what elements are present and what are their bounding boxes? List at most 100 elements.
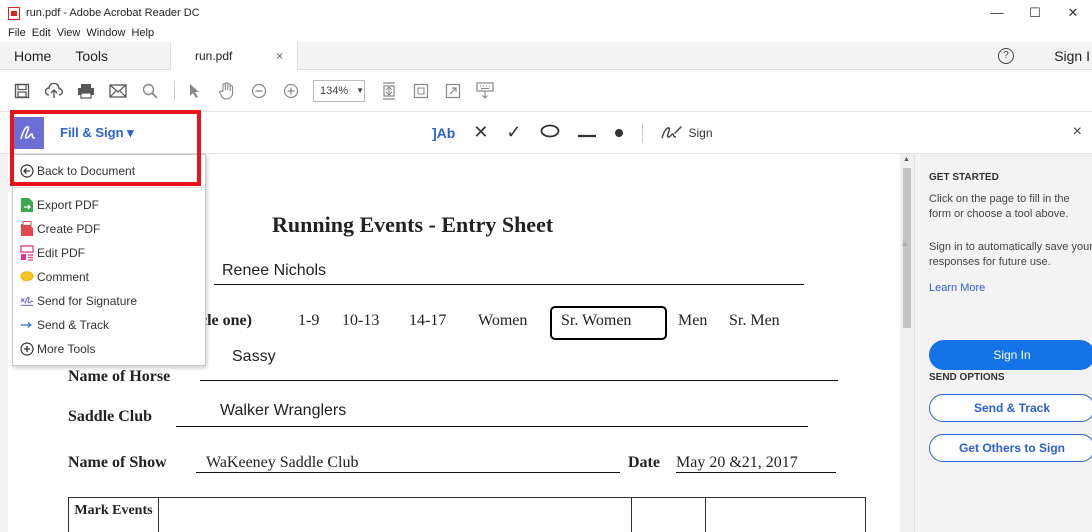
date-label: Date — [628, 454, 660, 471]
menu-item-label: Edit PDF — [37, 246, 86, 260]
learn-more-link[interactable]: Learn More — [929, 282, 985, 294]
menu-item-export-pdf[interactable]: Export PDF — [13, 193, 207, 217]
document-scrollbar[interactable]: ▲ — [900, 154, 914, 532]
sign-in-link[interactable]: Sign I — [1054, 48, 1090, 64]
show-name-label: Name of Show — [68, 454, 167, 471]
tab-document[interactable]: run.pdf × — [170, 42, 298, 70]
menu-item-edit-pdf[interactable]: Edit PDF — [13, 241, 207, 265]
cloud-upload-icon[interactable] — [44, 81, 64, 101]
back-arrow-icon — [20, 164, 34, 178]
age-option-14-17[interactable]: 14-17 — [409, 312, 446, 330]
keyboard-icon[interactable] — [475, 81, 495, 101]
menu-item-send-for-signature[interactable]: Send for Signature — [13, 289, 207, 313]
title-bar: run.pdf - Adobe Acrobat Reader DC — ☐ ✕ — [0, 0, 1092, 26]
age-group-label: cle one) — [200, 312, 252, 329]
menu-item-create-pdf[interactable]: Create PDF — [13, 217, 207, 241]
dot-tool[interactable] — [614, 122, 624, 143]
selected-circle-annotation[interactable] — [550, 306, 667, 340]
full-screen-icon[interactable] — [443, 81, 463, 101]
menu-item-label: Send for Signature — [37, 294, 138, 308]
menu-file[interactable]: File — [8, 26, 26, 40]
chevron-down-icon: ▼ — [356, 86, 365, 95]
menu-item-back-to-document[interactable]: Back to Document — [13, 159, 207, 183]
print-icon[interactable] — [76, 81, 96, 101]
fill-sign-tools: ]Ab ✕ ✓ Sign — [432, 122, 713, 143]
select-cursor-icon[interactable] — [185, 81, 205, 101]
age-option-10-13[interactable]: 10-13 — [342, 312, 379, 330]
menu-item-label: Comment — [37, 270, 90, 284]
fit-page-icon[interactable] — [379, 81, 399, 101]
menu-view[interactable]: View — [57, 26, 81, 40]
toolbar-divider — [174, 80, 175, 101]
date-underline — [676, 472, 836, 473]
table-divider — [631, 498, 632, 532]
fill-sign-dropdown-menu: Back to Document Export PDF Create PDF E… — [12, 154, 207, 366]
check-mark-tool[interactable]: ✓ — [506, 122, 521, 143]
zoom-in-icon[interactable] — [281, 81, 301, 101]
send-options-heading: SEND OPTIONS — [929, 372, 1005, 383]
add-text-tool[interactable]: ]Ab — [432, 125, 455, 141]
menu-help[interactable]: Help — [131, 26, 154, 40]
close-window-button[interactable]: ✕ — [1054, 0, 1092, 26]
menu-item-more-tools[interactable]: More Tools — [13, 337, 207, 361]
get-others-to-sign-button[interactable]: Get Others to Sign — [929, 434, 1092, 462]
send-track-icon — [20, 318, 34, 332]
send-track-button[interactable]: Send & Track — [929, 394, 1092, 422]
horse-name-field[interactable]: Sassy — [232, 348, 276, 366]
horse-name-underline — [200, 380, 838, 381]
pane-resize-grip-icon[interactable]: ≡ — [902, 240, 907, 249]
menu-bar: File Edit View Window Help — [0, 26, 154, 40]
saddle-club-field[interactable]: Walker Wranglers — [220, 402, 346, 420]
circle-tool[interactable] — [540, 122, 560, 143]
right-pane: GET STARTED Click on the page to fill in… — [914, 154, 1092, 532]
rider-name-underline — [214, 284, 804, 285]
get-started-heading: GET STARTED — [929, 172, 999, 183]
date-value[interactable]: May 20 &21, 2017 — [676, 454, 798, 472]
fill-sign-menu-toggle[interactable]: Fill & Sign ▾ — [60, 125, 134, 141]
table-header-mark-events: Mark Events — [69, 498, 159, 532]
tab-home[interactable]: Home — [14, 48, 51, 64]
menu-item-label: Create PDF — [37, 222, 101, 236]
sign-in-button[interactable]: Sign In — [929, 340, 1092, 370]
minimize-button[interactable]: — — [978, 0, 1016, 26]
tab-tools[interactable]: Tools — [75, 48, 108, 64]
show-name-underline — [196, 472, 620, 473]
window-title: run.pdf - Adobe Acrobat Reader DC — [26, 7, 200, 19]
main-toolbar: 134% ▼ — [0, 70, 1092, 112]
saddle-club-label: Saddle Club — [68, 408, 153, 425]
scroll-up-icon[interactable]: ▲ — [903, 156, 910, 163]
age-option-1-9[interactable]: 1-9 — [298, 312, 319, 330]
line-tool[interactable] — [577, 122, 596, 143]
fill-sign-icon[interactable] — [12, 117, 44, 149]
menu-window[interactable]: Window — [86, 26, 125, 40]
tab-close-icon[interactable]: × — [276, 49, 283, 63]
age-option-women[interactable]: Women — [478, 312, 527, 330]
zoom-level-select[interactable]: 134% ▼ — [313, 79, 365, 102]
sign-tool[interactable]: Sign — [660, 125, 713, 141]
menu-edit[interactable]: Edit — [32, 26, 51, 40]
maximize-button[interactable]: ☐ — [1016, 0, 1054, 26]
menu-item-send-track[interactable]: Send & Track — [13, 313, 207, 337]
search-icon[interactable] — [140, 81, 160, 101]
fill-sign-bar: Fill & Sign ▾ ]Ab ✕ ✓ Sign × — [0, 112, 1092, 154]
rotate-view-icon[interactable] — [411, 81, 431, 101]
create-pdf-icon — [20, 221, 34, 236]
signature-pen-icon — [660, 125, 682, 138]
menu-item-comment[interactable]: Comment — [13, 265, 207, 289]
save-icon[interactable] — [12, 81, 32, 101]
help-icon[interactable]: ? — [998, 48, 1014, 64]
show-name-value[interactable]: WaKeeney Saddle Club — [206, 454, 358, 472]
close-fill-sign-icon[interactable]: × — [1073, 123, 1082, 141]
email-icon[interactable] — [108, 81, 128, 101]
zoom-out-icon[interactable] — [249, 81, 269, 101]
acrobat-app-icon — [8, 6, 20, 20]
cross-mark-tool[interactable]: ✕ — [473, 122, 488, 143]
saddle-club-underline — [176, 426, 808, 427]
plus-circle-icon — [20, 342, 34, 356]
age-option-sr-men[interactable]: Sr. Men — [729, 312, 780, 330]
rider-name-field[interactable]: Renee Nichols — [222, 262, 326, 280]
age-option-men[interactable]: Men — [678, 312, 707, 330]
menu-item-label: Export PDF — [37, 198, 100, 212]
horse-name-label: Name of Horse — [68, 368, 171, 385]
hand-tool-icon[interactable] — [217, 81, 237, 101]
